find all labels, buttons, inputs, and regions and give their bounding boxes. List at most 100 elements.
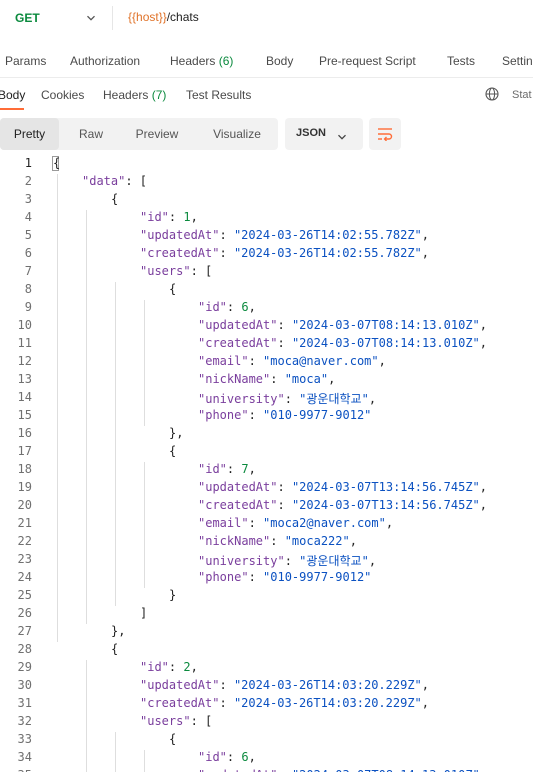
tab-label: Body [266,54,294,68]
tab-settings[interactable]: Settin [502,54,533,68]
tab-label: Settin [502,54,533,68]
code-line: "updatedAt": "2024-03-26T14:02:55.782Z", [140,228,429,242]
response-tab-headers[interactable]: Headers (7) [103,88,166,102]
view-mode-raw[interactable]: Raw [63,118,119,150]
code-line: "university": "광운대학교", [198,390,376,407]
code-line: }, [111,624,125,638]
response-tab-cookies[interactable]: Cookies [41,88,84,102]
format-selector[interactable]: JSON [285,118,363,150]
view-mode-pretty[interactable]: Pretty [0,118,59,150]
line-number: 26 [17,606,32,620]
json-key: "email" [198,516,249,530]
globe-icon[interactable] [485,87,499,101]
line-number: 35 [0,768,32,772]
line-number: 31 [17,696,32,710]
indent-guide [144,462,145,588]
json-punctuation: : [219,696,234,710]
json-punctuation: { [111,192,119,206]
line-number: 14 [17,390,32,404]
method-selector[interactable]: GET [0,5,108,31]
json-string: "010-9977-9012" [263,570,372,584]
json-punctuation: { [169,444,177,458]
json-punctuation: } [169,588,177,602]
code-line: "nickName": "moca", [198,372,335,386]
indent-guide [144,750,145,772]
code-line: "university": "광운대학교", [198,552,376,569]
line-number: 4 [24,210,32,224]
url-divider [112,6,113,30]
line-number: 9 [24,300,32,314]
line-number: 13 [17,372,32,386]
json-key: "updatedAt" [198,480,278,494]
json-key: "users" [140,714,191,728]
tab-authorization[interactable]: Authorization [70,54,140,68]
json-punctuation: , [479,336,488,350]
line-number: 27 [17,624,32,638]
json-punctuation: , [421,246,430,260]
code-line: "email": "moca2@naver.com", [198,516,393,530]
json-string: "moca@naver.com" [263,354,379,368]
json-punctuation: : [168,210,184,224]
code-line: { [53,156,60,170]
tab-tests[interactable]: Tests [447,54,475,68]
line-number: 30 [17,678,32,692]
line-number: 21 [17,516,32,530]
json-punctuation: { [111,642,119,656]
json-punctuation: : [277,336,292,350]
json-key: "updatedAt" [198,768,277,772]
json-string: "2024-03-07T13:14:56.745Z" [291,498,480,512]
code-line: "phone": "010-9977-9012" [198,570,371,584]
response-tab-body[interactable]: Body [0,88,25,102]
active-tab-indicator [0,108,24,110]
wrap-button[interactable] [369,118,401,150]
line-number: 1 [24,156,32,170]
view-mode-preview[interactable]: Preview [126,118,188,150]
indent-guide [115,282,116,606]
json-punctuation: : [ [125,174,148,188]
json-punctuation: : [248,570,264,584]
response-tab-test-results[interactable]: Test Results [186,88,251,102]
tab-label: Authorization [70,54,141,68]
json-punctuation: : [ [190,714,213,728]
line-number: 28 [17,642,32,656]
json-punctuation: , [385,516,394,530]
json-key: "id" [198,462,227,476]
url-input[interactable]: {{host}}/chats [128,10,199,24]
request-url-bar: GET {{host}}/chats [0,0,533,38]
json-punctuation: , [349,534,357,548]
json-key: "university" [198,392,285,406]
line-number: 32 [17,714,32,728]
json-key: "phone" [198,570,249,584]
json-key: "nickName" [198,534,271,548]
json-punctuation: : [270,534,285,548]
json-string: "2024-03-07T08:14:13.010Z" [292,768,480,772]
response-tabs: Body Cookies Headers (7) Test Results St… [0,80,533,110]
method-label: GET [15,11,40,25]
json-punctuation: : [219,678,234,692]
json-string: "2024-03-07T08:14:13.010Z" [291,336,480,350]
json-string: "moca222" [284,534,350,548]
json-key: "university" [198,554,285,568]
view-mode-group: Pretty Raw Preview Visualize [0,118,278,150]
json-punctuation: }, [111,624,126,638]
code-line: "id": 6, [198,750,256,764]
response-body-editor[interactable]: 1{2 "data": [3{4 "id": 1, 5 "updatedAt": "20… [0,154,533,772]
tab-body[interactable]: Body [266,54,293,68]
json-number: 6 [241,750,249,764]
json-punctuation: , [480,768,487,772]
tab-headers[interactable]: Headers (6) [170,54,233,68]
json-punctuation: , [421,228,430,242]
json-punctuation: , [479,498,488,512]
tab-label: Params [5,54,47,68]
tab-params[interactable]: Params [5,54,46,68]
line-number: 29 [17,660,32,674]
json-punctuation: : [284,554,300,568]
code-line: { [169,444,176,458]
json-punctuation: , [328,372,336,386]
tab-label: Body [0,88,26,102]
line-number: 10 [17,318,32,332]
tab-pre-request-script[interactable]: Pre-request Script [319,54,416,68]
view-mode-visualize[interactable]: Visualize [203,118,271,150]
json-punctuation: : [168,660,184,674]
tab-label: Headers [170,54,216,68]
